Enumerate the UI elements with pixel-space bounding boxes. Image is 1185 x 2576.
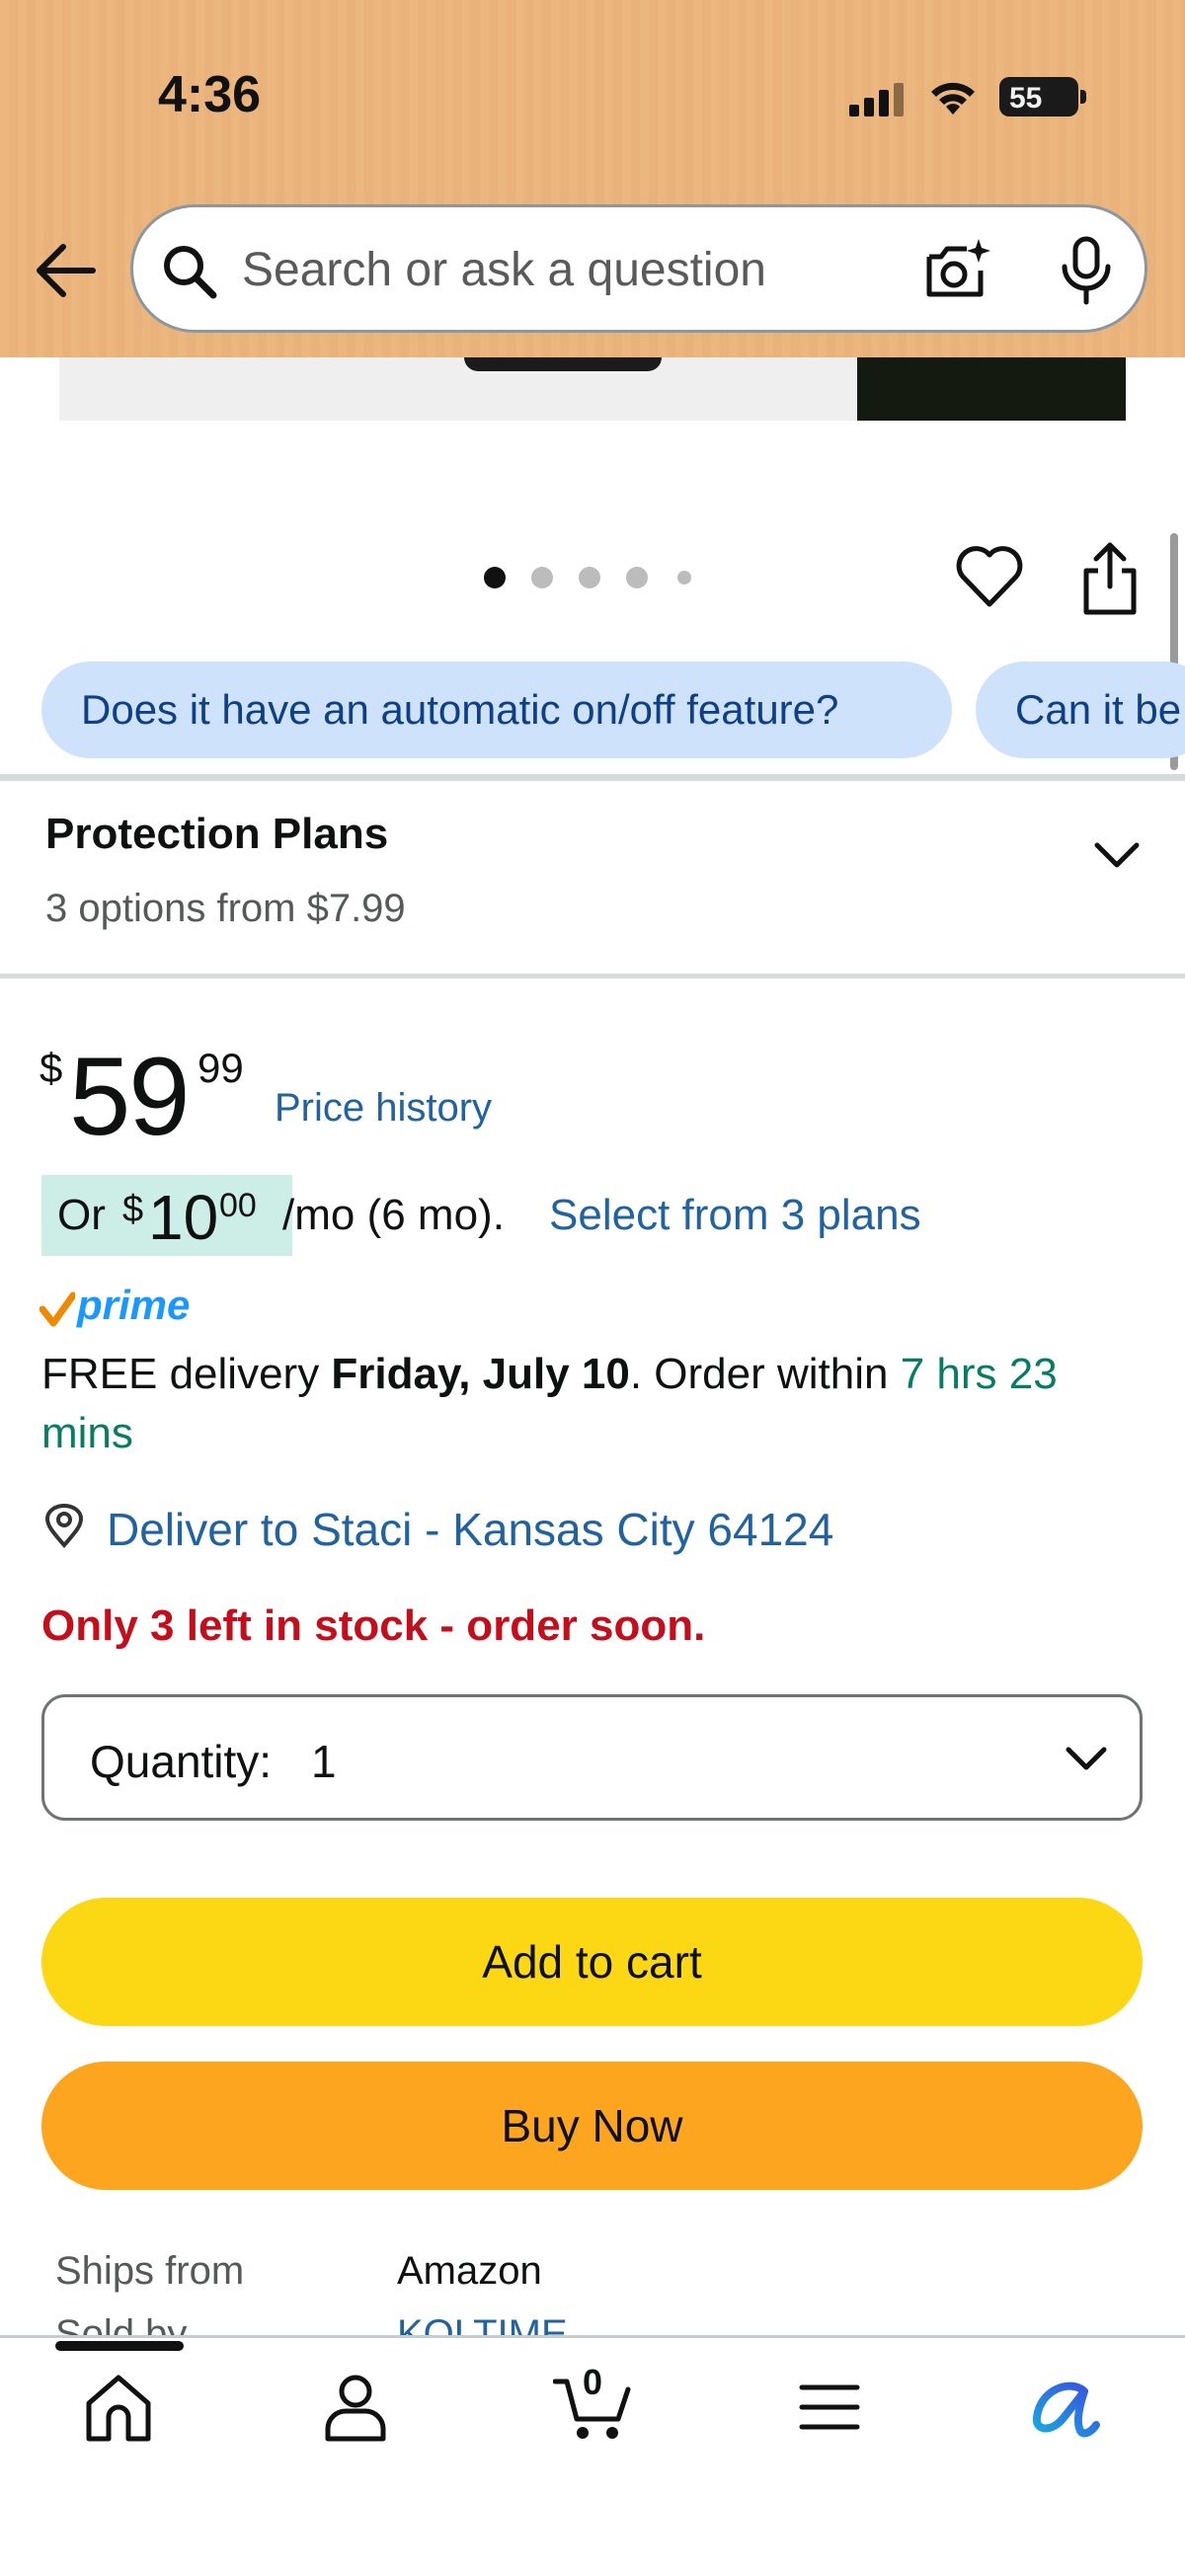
battery-icon: 55 — [999, 77, 1086, 117]
price-fraction: 99 — [198, 1045, 244, 1091]
wifi-icon — [931, 82, 975, 115]
ships-from-value: Amazon — [397, 2249, 542, 2293]
menu-icon[interactable] — [792, 2370, 867, 2445]
protection-plans-subtitle: 3 options from $7.99 — [45, 887, 406, 930]
cart-count-badge: 0 — [583, 2362, 603, 2402]
search-icon — [164, 246, 217, 299]
gallery-dot — [484, 567, 506, 588]
section-divider — [0, 774, 1185, 781]
gallery-dot — [677, 571, 691, 585]
installment-whole: 10 — [148, 1182, 219, 1253]
share-icon[interactable] — [1078, 541, 1142, 616]
delivery-middle: . Order within — [629, 1350, 901, 1398]
question-chip[interactable]: Can it be — [976, 662, 1185, 758]
quantity-value: 1 — [311, 1736, 337, 1787]
product-image-detail — [857, 357, 1126, 421]
cellular-signal-icon — [849, 83, 904, 117]
select-plans-link[interactable]: Select from 3 plans — [549, 1191, 921, 1240]
battery-percentage: 55 — [1009, 82, 1043, 115]
gallery-dot — [626, 567, 648, 588]
wishlist-heart-icon[interactable] — [954, 541, 1025, 612]
ships-from-label: Ships from — [55, 2249, 245, 2293]
app-header: 4:36 55 — [0, 0, 1185, 357]
search-bar[interactable] — [130, 204, 1147, 333]
product-image[interactable] — [59, 357, 1126, 421]
microphone-icon[interactable] — [1057, 235, 1116, 306]
quantity-label: Quantity: — [90, 1736, 273, 1787]
rufus-assistant-icon[interactable] — [1027, 2370, 1102, 2445]
add-to-cart-button[interactable]: Add to cart — [41, 1898, 1143, 2026]
installment-term: /mo (6 mo). — [282, 1191, 505, 1239]
protection-plans-title[interactable]: Protection Plans — [45, 810, 388, 859]
location-pin-icon — [44, 1504, 84, 1548]
product-image-detail — [464, 357, 662, 371]
gallery-dot — [579, 567, 600, 588]
installment-currency-symbol: $ — [122, 1189, 144, 1230]
status-time: 4:36 — [158, 66, 262, 123]
price-whole: 59 — [69, 1035, 191, 1158]
stock-warning: Only 3 left in stock - order soon. — [41, 1601, 706, 1650]
delivery-date: Friday, July 10 — [331, 1350, 630, 1398]
delivery-info: FREE delivery Friday, July 10. Order wit… — [41, 1345, 1157, 1463]
deliver-to-link[interactable]: Deliver to Staci - Kansas City 64124 — [107, 1503, 833, 1556]
search-input[interactable] — [242, 237, 834, 302]
price-currency-symbol: $ — [40, 1045, 63, 1091]
installment-prefix: Or — [57, 1191, 106, 1239]
price-history-link[interactable]: Price history — [275, 1086, 492, 1131]
active-tab-indicator — [55, 2341, 184, 2351]
buy-now-button[interactable]: Buy Now — [41, 2062, 1143, 2190]
question-chip[interactable]: Does it have an automatic on/off feature… — [41, 662, 952, 758]
chevron-down-icon[interactable] — [1091, 837, 1143, 875]
camera-search-icon[interactable] — [923, 237, 992, 302]
account-icon[interactable] — [318, 2370, 393, 2445]
prime-label: prime — [77, 1282, 191, 1328]
gallery-dot — [531, 567, 553, 588]
back-arrow-icon[interactable] — [34, 241, 97, 300]
delivery-prefix: FREE delivery — [41, 1350, 332, 1398]
quantity-selector[interactable]: Quantity: 1 — [41, 1694, 1143, 1821]
chevron-down-icon — [1066, 1747, 1107, 1770]
home-icon[interactable] — [81, 2370, 156, 2445]
installment-fraction: 00 — [219, 1187, 257, 1224]
prime-check-icon — [40, 1291, 75, 1327]
section-divider — [0, 974, 1185, 978]
